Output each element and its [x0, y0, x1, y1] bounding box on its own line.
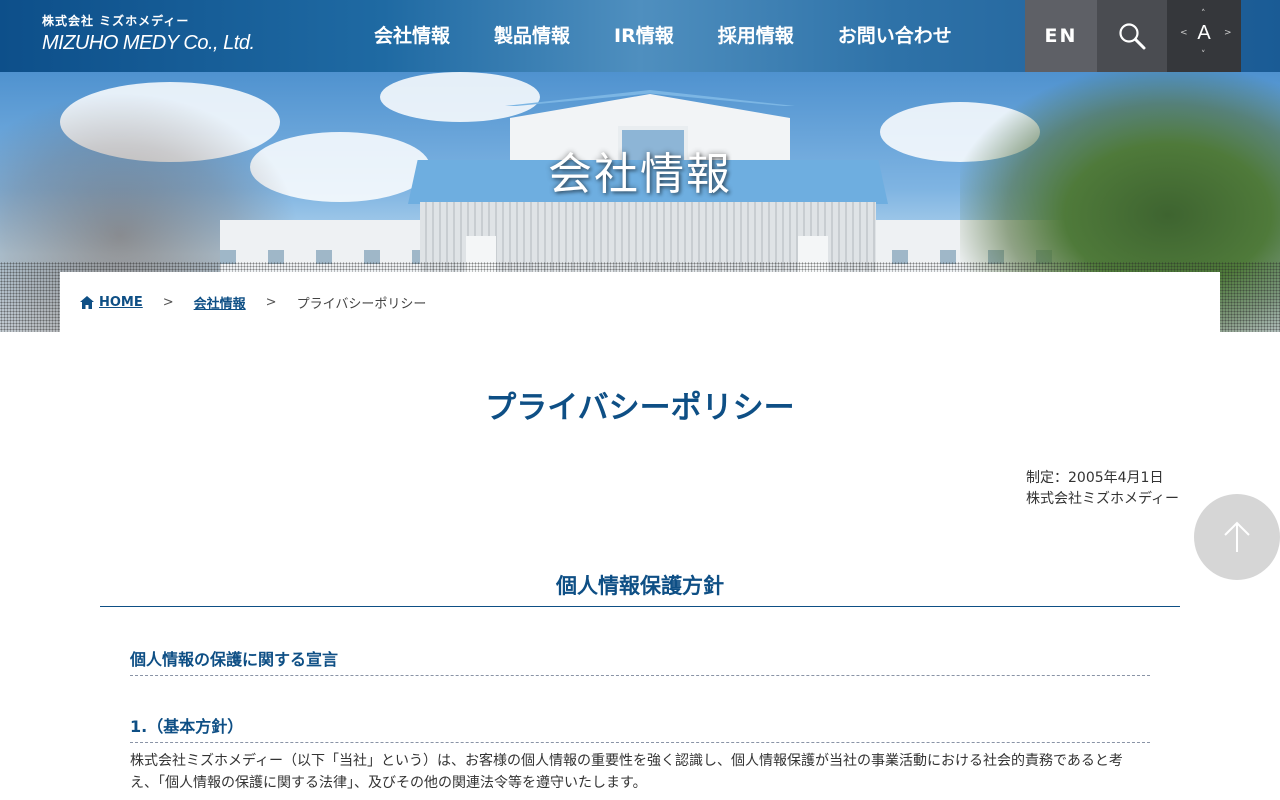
cloud-shape — [380, 72, 540, 122]
logo-english: MIZUHO MEDY Co., Ltd. — [42, 32, 255, 54]
breadcrumb-current: プライバシーポリシー — [296, 296, 427, 312]
article-title: 1.（基本方針） — [130, 713, 1150, 743]
site-logo[interactable]: 株式会社 ミズホメディー MIZUHO MEDY Co., Ltd. — [42, 12, 255, 55]
search-button[interactable] — [1097, 0, 1167, 72]
global-nav: 会社情報 製品情報 IR情報 採用情報 お問い合わせ — [352, 0, 974, 72]
nav-recruit[interactable]: 採用情報 — [696, 0, 816, 72]
logo-japanese: 株式会社 ミズホメディー — [42, 14, 190, 28]
nav-ir[interactable]: IR情報 — [592, 0, 696, 72]
font-size-button[interactable]: ˄ ˅ < > A — [1167, 0, 1241, 72]
subsection-title: 個人情報の保護に関する宣言 — [130, 646, 1150, 676]
breadcrumb-home[interactable]: HOME — [80, 295, 143, 310]
arrow-up-icon — [1224, 521, 1250, 552]
enactment-info: 制定：2005年4月1日 株式会社ミズホメディー — [1026, 468, 1179, 510]
site-header: 株式会社 ミズホメディー MIZUHO MEDY Co., Ltd. 会社情報 … — [0, 0, 1280, 72]
breadcrumb-home-label: HOME — [99, 294, 143, 310]
section-title: 個人情報保護方針 — [100, 570, 1180, 607]
breadcrumb-separator: > — [162, 294, 174, 310]
enactment-date: 制定：2005年4月1日 — [1026, 470, 1164, 486]
nav-products[interactable]: 製品情報 — [472, 0, 592, 72]
breadcrumb-separator: > — [265, 294, 277, 310]
company-name: 株式会社ミズホメディー — [1026, 491, 1180, 507]
article-text: 株式会社ミズホメディー（以下「当社」という）は、お客様の個人情報の重要性を強く認… — [130, 753, 1123, 791]
nav-contact[interactable]: お問い合わせ — [816, 0, 974, 72]
font-size-icon: ˄ ˅ < > A — [1174, 6, 1234, 66]
breadcrumb: HOME > 会社情報 > プライバシーポリシー — [60, 272, 1220, 332]
hero-title: 会社情報 — [548, 149, 732, 200]
home-icon — [80, 295, 94, 309]
font-size-letter: A — [1197, 22, 1211, 44]
english-button[interactable]: EN — [1025, 0, 1097, 72]
search-icon — [1119, 23, 1146, 50]
back-to-top-button[interactable] — [1194, 494, 1280, 580]
breadcrumb-company[interactable]: 会社情報 — [194, 293, 246, 312]
page-title: プライバシーポリシー — [485, 390, 795, 426]
nav-company[interactable]: 会社情報 — [352, 0, 472, 72]
